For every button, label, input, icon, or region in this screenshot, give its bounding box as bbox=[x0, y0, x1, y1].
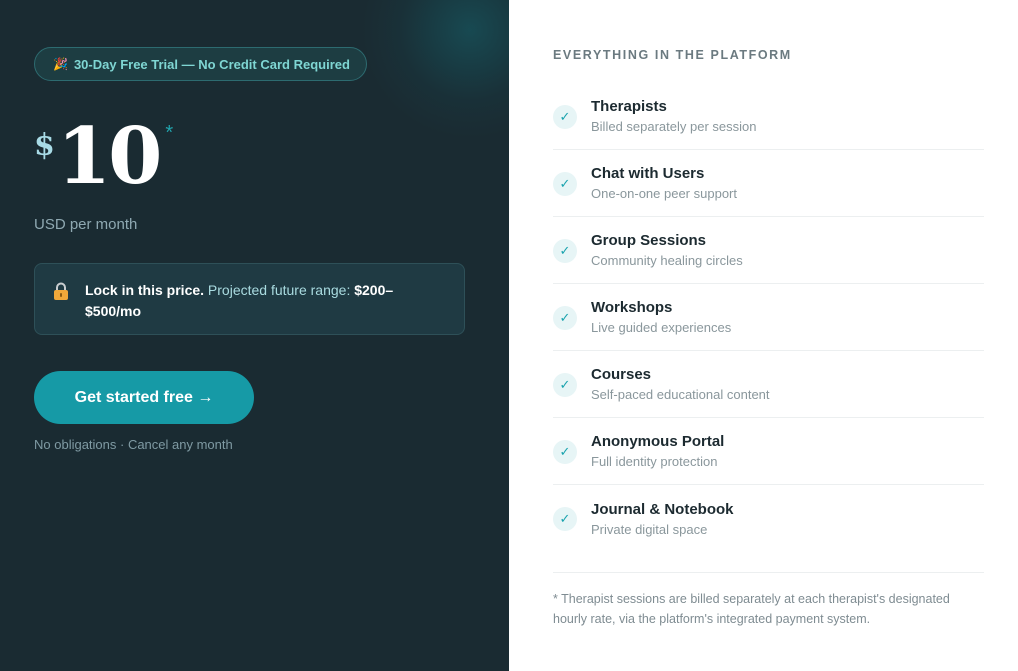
feature-name: Journal & Notebook bbox=[591, 500, 734, 518]
feature-item-workshops: ✓ Workshops Live guided experiences bbox=[553, 285, 984, 351]
feature-desc: Live guided experiences bbox=[591, 320, 732, 335]
feature-name: Therapists bbox=[591, 98, 667, 115]
features-panel: EVERYTHING IN THE PLATFORM ✓ Therapists B… bbox=[509, 0, 1018, 671]
party-popper-icon: 🎉 bbox=[53, 57, 68, 71]
check-icon: ✓ bbox=[553, 104, 577, 129]
feature-name: Courses bbox=[591, 366, 652, 383]
check-icon: ✓ bbox=[553, 171, 577, 196]
price-lock-notice: Lock in this price. Projected future ran… bbox=[34, 263, 465, 335]
pricing-panel: 🎉 30-Day Free Trial — No Credit Card Req… bbox=[0, 0, 509, 671]
feature-name: Workshops bbox=[591, 299, 673, 316]
feature-item-group-sessions: ✓ Group Sessions Community healing circle… bbox=[553, 218, 984, 284]
feature-list: ✓ Therapists Billed separately per sessio… bbox=[553, 84, 984, 553]
background-glow bbox=[360, 0, 509, 140]
check-icon: ✓ bbox=[553, 372, 577, 397]
lock-notice-text: Lock in this price. Projected future ran… bbox=[85, 280, 446, 322]
price-period: USD per month bbox=[34, 216, 138, 233]
feature-name: Group Sessions bbox=[591, 232, 707, 249]
price-display: $ 10 * bbox=[34, 118, 173, 196]
footnote-divider bbox=[553, 572, 984, 573]
lock-notice-strong: Lock in this price. bbox=[85, 282, 205, 298]
feature-name: Chat with Users bbox=[591, 165, 705, 182]
check-icon: ✓ bbox=[553, 238, 577, 263]
check-icon: ✓ bbox=[553, 507, 577, 531]
lock-icon bbox=[54, 282, 68, 300]
feature-desc: Self-paced educational content bbox=[591, 387, 770, 402]
check-icon: ✓ bbox=[553, 439, 577, 464]
price-currency: $ bbox=[34, 128, 55, 163]
feature-item-courses: ✓ Courses Self-paced educational content bbox=[553, 352, 984, 418]
feature-desc: Billed separately per session bbox=[591, 119, 757, 134]
feature-desc: One-on-one peer support bbox=[591, 186, 737, 201]
get-started-button[interactable]: Get started free → bbox=[34, 371, 254, 424]
feature-item-anonymous-portal: ✓ Anonymous Portal Full identity protecti… bbox=[553, 419, 984, 485]
feature-item-therapists: ✓ Therapists Billed separately per sessio… bbox=[553, 84, 984, 150]
cta-note: No obligations · Cancel any month bbox=[34, 437, 233, 452]
lock-notice-muted: Projected future range: bbox=[204, 282, 355, 298]
pricing-layout: 🎉 30-Day Free Trial — No Credit Card Req… bbox=[0, 0, 1018, 671]
trial-badge-label: 30-Day Free Trial — No Credit Card Requi… bbox=[73, 56, 350, 72]
footnote: * Therapist sessions are billed separate… bbox=[553, 592, 950, 626]
price-amount: 10 bbox=[56, 111, 163, 202]
price-asterisk: * bbox=[165, 122, 174, 144]
feature-desc: Full identity protection bbox=[591, 454, 718, 469]
feature-desc: Community healing circles bbox=[591, 253, 743, 268]
feature-desc: Private digital space bbox=[591, 521, 708, 537]
trial-badge: 🎉 30-Day Free Trial — No Credit Card Req… bbox=[34, 47, 367, 81]
feature-item-journal: ✓ Journal & Notebook Private digital spac… bbox=[553, 486, 984, 552]
feature-item-chat: ✓ Chat with Users One-on-one peer support bbox=[553, 151, 984, 217]
features-title: EVERYTHING IN THE PLATFORM bbox=[553, 48, 792, 62]
check-icon: ✓ bbox=[553, 305, 577, 330]
feature-name: Anonymous Portal bbox=[591, 433, 725, 450]
